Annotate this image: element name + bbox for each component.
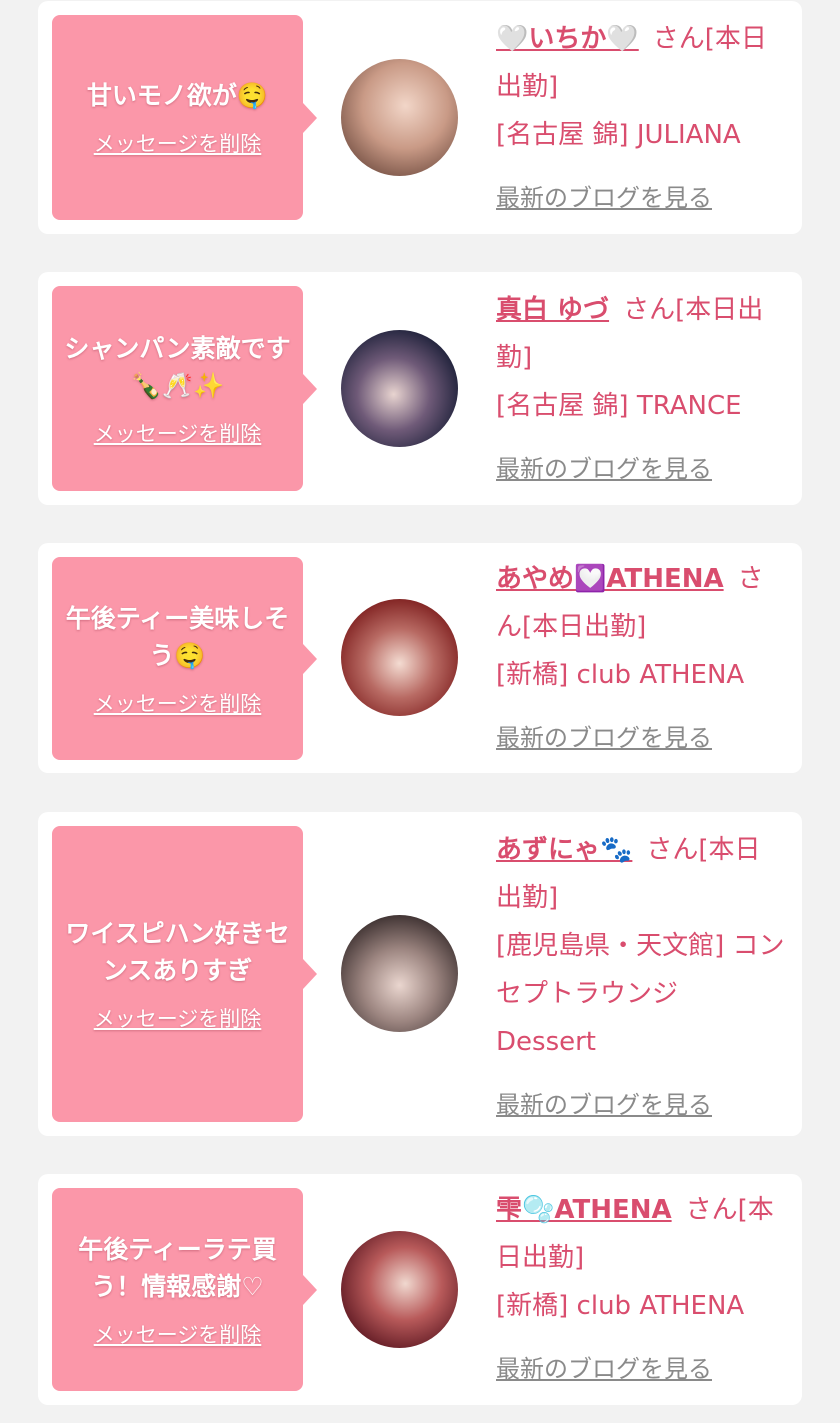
message-card: 甘いモノ欲が🤤 メッセージを削除 🤍いちか🤍 さん[本日出勤] [名古屋 錦] J… (38, 1, 802, 234)
message-card: シャンパン素敵です🍾🥂✨ メッセージを削除 真白 ゆづ さん[本日出勤] [名古屋… (38, 272, 802, 505)
girl-name-link[interactable]: あやめ💟ATHENA (496, 564, 724, 594)
message-bubble: ワイスピハン好きセンスありすぎ メッセージを削除 (52, 826, 317, 1122)
latest-blog-link[interactable]: 最新のブログを見る (496, 1081, 712, 1129)
girl-name-line: 🤍いちか🤍 さん[本日出勤] (496, 15, 786, 111)
girl-name-link[interactable]: あずにゃ🐾 (496, 835, 632, 865)
message-card: 午後ティー美味しそう🤤 メッセージを削除 あやめ💟ATHENA さん[本日出勤] … (38, 543, 802, 773)
girl-name-line: あずにゃ🐾 さん[本日出勤] (496, 826, 786, 922)
avatar[interactable] (341, 915, 458, 1032)
girl-info: 🤍いちか🤍 さん[本日出勤] [名古屋 錦] JULIANA 最新のブログを見る (496, 15, 786, 222)
girl-name-line: 真白 ゆづ さん[本日出勤] (496, 286, 786, 382)
shop-name: [新橋] club ATHENA (496, 1291, 745, 1321)
avatar[interactable] (341, 330, 458, 447)
avatar[interactable] (341, 59, 458, 176)
girl-name-link[interactable]: 真白 ゆづ (496, 295, 609, 325)
girl-name-link[interactable]: 🤍いちか🤍 (496, 24, 639, 54)
latest-blog-link[interactable]: 最新のブログを見る (496, 714, 712, 762)
girl-info: 真白 ゆづ さん[本日出勤] [名古屋 錦] TRANCE 最新のブログを見る (496, 286, 786, 493)
shop-name: [名古屋 錦] TRANCE (496, 391, 742, 421)
latest-blog-link[interactable]: 最新のブログを見る (496, 445, 712, 493)
message-text: ワイスピハン好きセンスありすぎ (65, 919, 290, 985)
girl-info: あずにゃ🐾 さん[本日出勤] [鹿児島県・天文館] コンセプトラウンジ Desse… (496, 826, 786, 1129)
latest-blog-link[interactable]: 最新のブログを見る (496, 1345, 712, 1393)
girl-name-line: あやめ💟ATHENA さん[本日出勤] (496, 555, 786, 651)
message-text: 甘いモノ欲が🤤 (86, 81, 269, 110)
message-text: 午後ティーラテ買う！情報感謝♡ (78, 1234, 277, 1301)
girl-name-line: 雫🫧ATHENA さん[本日出勤] (496, 1186, 786, 1282)
delete-message-link[interactable]: メッセージを削除 (94, 1003, 262, 1033)
latest-blog-link[interactable]: 最新のブログを見る (496, 174, 712, 222)
delete-message-link[interactable]: メッセージを削除 (94, 128, 262, 158)
message-card: 午後ティーラテ買う！情報感謝♡ メッセージを削除 雫🫧ATHENA さん[本日出勤… (38, 1174, 802, 1405)
message-text: シャンパン素敵です🍾🥂✨ (64, 333, 291, 400)
girl-info: 雫🫧ATHENA さん[本日出勤] [新橋] club ATHENA 最新のブログ… (496, 1186, 786, 1393)
message-bubble: 午後ティーラテ買う！情報感謝♡ メッセージを削除 (52, 1188, 317, 1391)
delete-message-link[interactable]: メッセージを削除 (94, 1319, 262, 1349)
shop-name: [名古屋 錦] JULIANA (496, 120, 741, 150)
girl-info: あやめ💟ATHENA さん[本日出勤] [新橋] club ATHENA 最新のブ… (496, 555, 786, 762)
message-bubble: 午後ティー美味しそう🤤 メッセージを削除 (52, 557, 317, 760)
message-bubble: 甘いモノ欲が🤤 メッセージを削除 (52, 15, 317, 220)
message-text: 午後ティー美味しそう🤤 (65, 603, 290, 670)
message-list: 甘いモノ欲が🤤 メッセージを削除 🤍いちか🤍 さん[本日出勤] [名古屋 錦] J… (0, 0, 840, 1423)
message-bubble: シャンパン素敵です🍾🥂✨ メッセージを削除 (52, 286, 317, 491)
delete-message-link[interactable]: メッセージを削除 (94, 688, 262, 718)
shop-name: [新橋] club ATHENA (496, 660, 745, 690)
avatar[interactable] (341, 1231, 458, 1348)
avatar[interactable] (341, 599, 458, 716)
shop-name: [鹿児島県・天文館] コンセプトラウンジ Dessert (496, 931, 785, 1057)
message-card: ワイスピハン好きセンスありすぎ メッセージを削除 あずにゃ🐾 さん[本日出勤] [… (38, 812, 802, 1136)
girl-name-link[interactable]: 雫🫧ATHENA (496, 1195, 672, 1225)
delete-message-link[interactable]: メッセージを削除 (94, 418, 262, 448)
